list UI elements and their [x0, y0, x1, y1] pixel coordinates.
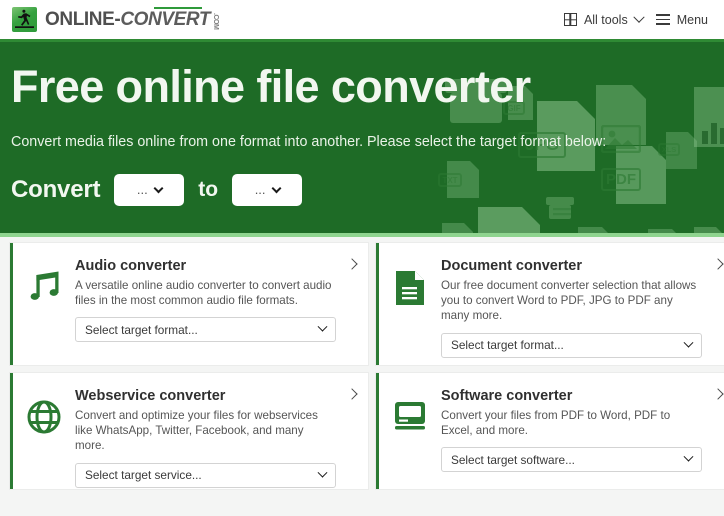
select-value: Select target software... — [451, 452, 575, 467]
chevron-down-icon — [317, 467, 328, 478]
all-tools-label: All tools — [583, 12, 628, 27]
card-title: Audio converter — [75, 258, 187, 274]
software-target-select[interactable]: Select target software... — [441, 447, 702, 473]
hero-title: Free online file converter — [11, 61, 531, 112]
menu-button[interactable]: Menu — [655, 12, 708, 27]
globe-icon — [13, 387, 75, 479]
chevron-down-icon — [271, 182, 281, 193]
image-thumb-icon — [601, 125, 641, 153]
card-body: Webservice converter Convert and optimiz… — [75, 387, 352, 488]
site-logo-text: ONLINE- CONVERT .COM — [45, 6, 220, 31]
header-nav: All tools Menu — [563, 11, 708, 27]
card-body: Document converter Our free document con… — [441, 257, 718, 358]
card-body: Software converter Convert your files fr… — [441, 387, 718, 479]
printer-icon — [553, 208, 571, 216]
logo-text-tld: .COM — [212, 13, 220, 30]
document-icon — [379, 257, 441, 355]
site-logo[interactable]: ONLINE- CONVERT .COM — [12, 6, 220, 32]
select-value: Select target format... — [85, 322, 198, 337]
hamburger-icon — [655, 14, 670, 25]
card-audio-converter[interactable]: Audio converter A versatile online audio… — [10, 243, 368, 365]
pdf-file-icon: PDF — [601, 168, 661, 191]
xls-file-icon: XLS — [658, 143, 691, 156]
bar-chart-icon — [702, 123, 724, 144]
card-webservice-converter[interactable]: Webservice converter Convert and optimiz… — [10, 373, 368, 489]
to-label: to — [198, 178, 219, 201]
chevron-down-icon — [633, 11, 645, 23]
all-tools-button[interactable]: All tools — [563, 11, 645, 27]
logo-text-main: ONLINE- — [45, 8, 121, 30]
site-header: ONLINE- CONVERT .COM All tools Menu — [0, 0, 724, 39]
music-note-icon — [13, 257, 75, 355]
convert-row: Convert ... to ... — [11, 174, 303, 206]
select-value: Select target format... — [451, 338, 564, 353]
converter-card-grid: Audio converter A versatile online audio… — [0, 243, 724, 489]
chevron-down-icon — [153, 182, 164, 193]
chevron-down-icon — [317, 322, 328, 333]
grid-icon — [563, 13, 577, 26]
target-format-select[interactable]: ... — [232, 174, 303, 206]
hero-banner: GIF JPG TXT PDF PNG XLS DOCX TIFF — [0, 39, 724, 237]
chevron-down-icon — [683, 337, 694, 348]
menu-label: Menu — [676, 12, 708, 27]
target-format-value: ... — [254, 182, 266, 197]
runner-logo-icon — [12, 7, 37, 32]
card-body: Audio converter A versatile online audio… — [75, 257, 352, 355]
select-value: Select target service... — [85, 468, 202, 483]
card-description: A versatile online audio converter to co… — [75, 279, 332, 308]
monitor-icon — [379, 387, 441, 479]
card-title: Webservice converter — [75, 388, 226, 404]
logo-text-italic: CONVERT — [120, 6, 211, 30]
card-title: Software converter — [441, 388, 573, 404]
card-description: Convert your files from PDF to Word, PDF… — [441, 409, 671, 438]
hero-bottom-edge — [0, 233, 724, 237]
card-document-converter[interactable]: Document converter Our free document con… — [376, 243, 724, 365]
card-software-converter[interactable]: Software converter Convert your files fr… — [376, 373, 724, 489]
chevron-down-icon — [683, 452, 694, 463]
card-description: Our free document converter selection th… — [441, 279, 697, 323]
hero-subtitle: Convert media files online from one form… — [11, 134, 607, 150]
webservice-target-service-select[interactable]: Select target service... — [75, 462, 336, 488]
source-format-select[interactable]: ... — [114, 174, 185, 206]
txt-file-icon: TXT — [438, 173, 474, 187]
card-description: Convert and optimize your files for webs… — [75, 409, 318, 453]
source-format-value: ... — [136, 182, 148, 197]
audio-target-format-select[interactable]: Select target format... — [75, 317, 336, 343]
document-target-format-select[interactable]: Select target format... — [441, 332, 702, 358]
card-title: Document converter — [441, 258, 583, 274]
convert-label: Convert — [11, 176, 101, 203]
page-root: ONLINE- CONVERT .COM All tools Menu GIF … — [0, 0, 724, 516]
